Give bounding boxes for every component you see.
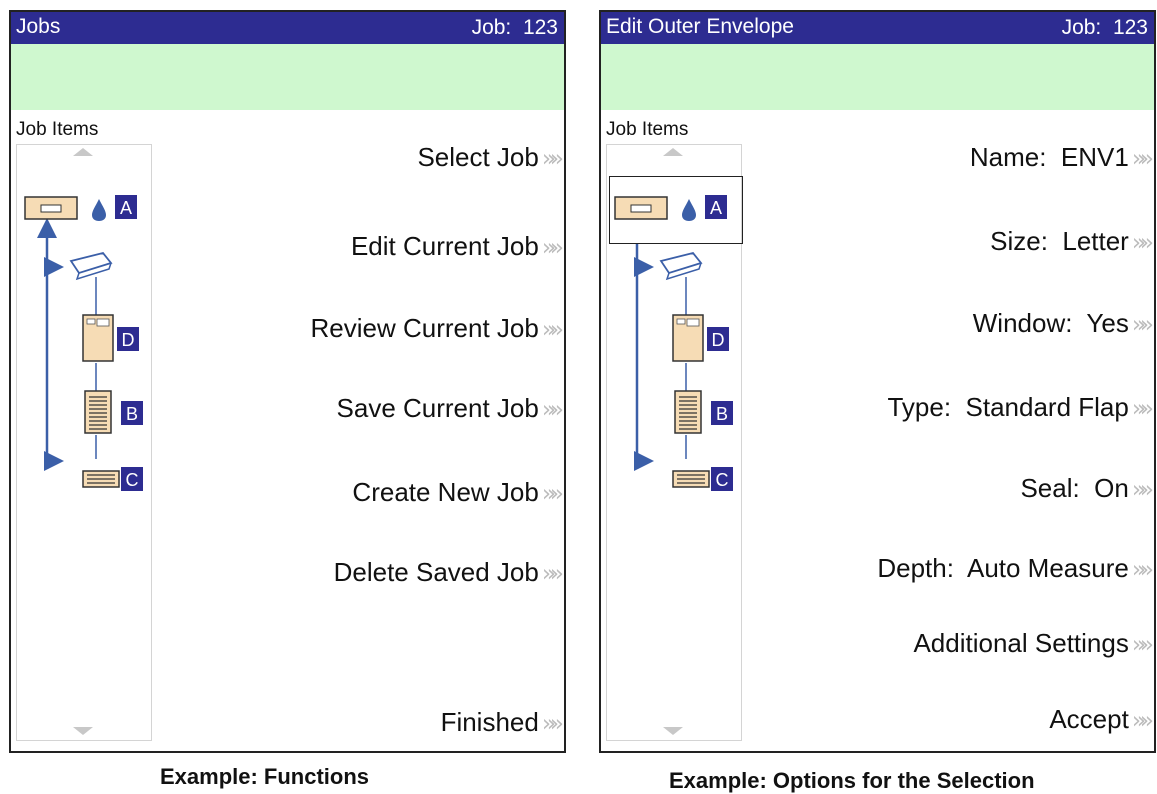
chevron-right-icon: »» — [541, 146, 564, 172]
insert-icon[interactable] — [672, 470, 710, 488]
badge-c-label: C — [716, 470, 729, 490]
size-option-button[interactable]: Size: Letter»» — [990, 226, 1154, 257]
accept-button[interactable]: Accept»» — [1049, 704, 1154, 735]
job-indicator: Job: 123 — [1061, 16, 1148, 39]
depth-option-button[interactable]: Depth: Auto Measure»» — [877, 553, 1154, 584]
seal-option-button[interactable]: Seal: On»» — [1020, 473, 1154, 504]
scroll-down-arrow[interactable] — [663, 727, 683, 735]
chevron-right-icon: »» — [541, 235, 564, 261]
chevron-right-icon: »» — [541, 481, 564, 507]
badge-b-label: B — [716, 404, 728, 424]
scroll-down-arrow[interactable] — [73, 727, 93, 735]
title-bar: Jobs Job: 123 — [11, 12, 564, 44]
badge-b-label: B — [126, 404, 138, 424]
chevron-right-icon: »» — [541, 317, 564, 343]
seal-drop-icon — [92, 199, 106, 221]
job-items-label: Job Items — [16, 119, 99, 140]
enclosure-icon[interactable] — [82, 314, 114, 362]
job-indicator: Job: 123 — [471, 16, 558, 39]
chevron-right-icon: »» — [1131, 708, 1154, 734]
screen-title: Edit Outer Envelope — [606, 15, 794, 38]
chevron-right-icon: »» — [1131, 230, 1154, 256]
insert-icon[interactable] — [82, 470, 120, 488]
right-caption: Example: Options for the Selection — [669, 768, 1035, 793]
document-icon[interactable] — [84, 390, 112, 434]
sealer-icon — [69, 251, 113, 281]
edit-outer-envelope-panel: Edit Outer Envelope Job: 123 Job Items A — [599, 10, 1156, 753]
chevron-right-icon: »» — [1131, 557, 1154, 583]
tree-diagram: A D B C — [24, 195, 143, 491]
select-job-button[interactable]: Select Job»» — [417, 142, 564, 173]
delete-saved-job-button[interactable]: Delete Saved Job»» — [334, 557, 564, 588]
chevron-right-icon: »» — [541, 711, 564, 737]
chevron-right-icon: »» — [1131, 632, 1154, 658]
badge-a-label: A — [120, 198, 132, 218]
chevron-right-icon: »» — [1131, 312, 1154, 338]
tree-diagram: A D B C — [614, 195, 733, 491]
chevron-right-icon: »» — [1131, 146, 1154, 172]
jobs-panel: Jobs Job: 123 Job Items A D B C Select J… — [9, 10, 566, 753]
review-current-job-button[interactable]: Review Current Job»» — [311, 313, 565, 344]
job-items-tree[interactable]: A D B C — [16, 144, 152, 741]
envelope-icon[interactable] — [24, 196, 78, 220]
message-bar — [11, 44, 564, 110]
chevron-right-icon: »» — [1131, 396, 1154, 422]
job-items-tree[interactable]: A D B C — [606, 144, 743, 741]
create-new-job-button[interactable]: Create New Job»» — [352, 477, 564, 508]
enclosure-icon[interactable] — [672, 314, 704, 362]
badge-c-label: C — [126, 470, 139, 490]
badge-d-label: D — [122, 330, 135, 350]
window-option-button[interactable]: Window: Yes»» — [973, 308, 1154, 339]
badge-d-label: D — [712, 330, 725, 350]
sealer-icon — [659, 251, 703, 281]
screen-title: Jobs — [16, 15, 61, 38]
document-icon[interactable] — [674, 390, 702, 434]
left-caption: Example: Functions — [160, 764, 370, 789]
chevron-right-icon: »» — [541, 561, 564, 587]
envelope-icon[interactable] — [614, 196, 668, 220]
name-option-button[interactable]: Name: ENV1»» — [970, 142, 1154, 173]
job-items-label: Job Items — [606, 119, 689, 140]
save-current-job-button[interactable]: Save Current Job»» — [337, 393, 565, 424]
message-bar — [601, 44, 1154, 110]
chevron-right-icon: »» — [541, 397, 564, 423]
additional-settings-button[interactable]: Additional Settings»» — [913, 628, 1154, 659]
edit-current-job-button[interactable]: Edit Current Job»» — [351, 231, 564, 262]
title-bar: Edit Outer Envelope Job: 123 — [601, 12, 1154, 44]
type-option-button[interactable]: Type: Standard Flap»» — [887, 392, 1154, 423]
chevron-right-icon: »» — [1131, 477, 1154, 503]
seal-drop-icon — [682, 199, 696, 221]
finished-button[interactable]: Finished»» — [441, 707, 564, 738]
badge-a-label: A — [710, 198, 722, 218]
